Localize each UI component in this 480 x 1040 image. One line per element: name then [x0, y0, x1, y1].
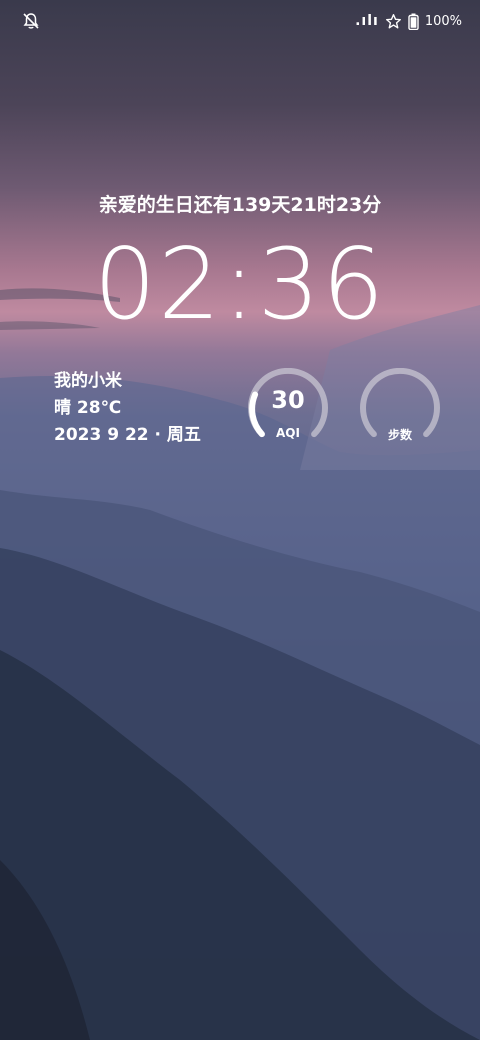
star-icon	[385, 13, 401, 28]
wallpaper-mountains	[0, 288, 480, 1040]
device-name: 我的小米	[54, 371, 122, 391]
aqi-ring[interactable]: 30 AQI	[248, 367, 328, 448]
steps-label: 步数	[387, 428, 412, 442]
date-text: 2023 9 22 · 周五	[54, 425, 201, 445]
status-bar: .ılı 100%	[0, 10, 480, 34]
aqi-label: AQI	[276, 426, 300, 440]
weather-text: 晴 28℃	[54, 398, 122, 418]
info-widget[interactable]: 我的小米 晴 28℃ 2023 9 22 · 周五	[54, 368, 201, 449]
lockscreen-clock: 02:36	[93, 228, 387, 342]
battery-percent: 100%	[424, 13, 462, 29]
bell-off-icon	[23, 13, 39, 29]
birthday-countdown: 亲爱的生日还有139天21时23分	[98, 194, 382, 216]
status-icons: .ılı 100%	[355, 10, 462, 32]
steps-ring[interactable]: 步数	[360, 367, 440, 448]
battery-icon	[408, 13, 419, 30]
aqi-value: 30	[271, 386, 305, 414]
signal-icon: .ılı	[355, 13, 379, 29]
